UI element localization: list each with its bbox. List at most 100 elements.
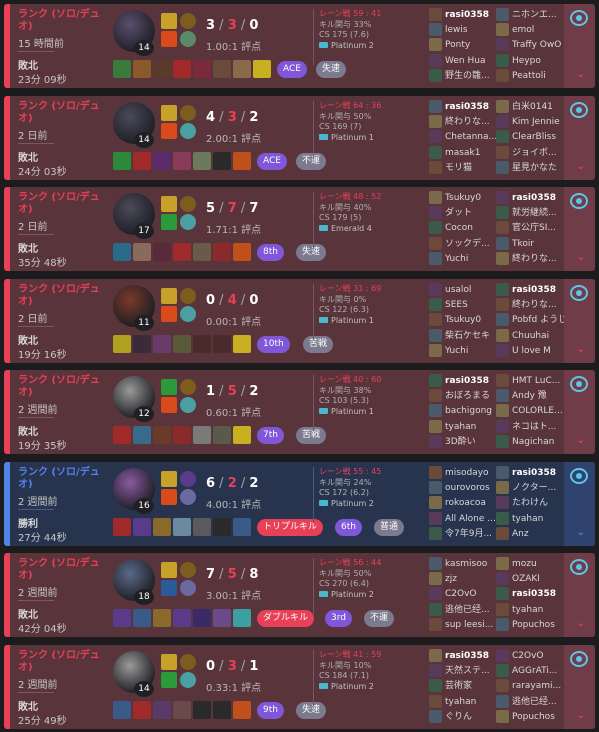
summoner-spell-icon[interactable] xyxy=(161,562,177,578)
chevron-down-icon[interactable]: ⌄ xyxy=(577,252,585,263)
summoner-spell-icon[interactable] xyxy=(161,13,177,29)
item-icon[interactable] xyxy=(113,701,131,719)
rune-icon[interactable] xyxy=(180,654,196,670)
item-icon[interactable] xyxy=(193,60,211,78)
chevron-down-icon[interactable]: ⌄ xyxy=(577,161,585,172)
player-entry[interactable]: rasi0358 xyxy=(496,587,566,602)
player-entry[interactable]: Andy 豫 xyxy=(496,389,566,404)
match-card[interactable]: ランク (ソロ/デュオ) 2 週間前 敗北 19分 35秒 12 1 / 5 / 2 0.6… xyxy=(4,370,595,454)
player-entry[interactable]: 野生の雛... xyxy=(429,68,499,84)
player-entry[interactable]: rasi0358 xyxy=(429,649,499,664)
player-entry[interactable]: zjz xyxy=(429,572,499,587)
player-entry[interactable]: masak1 xyxy=(429,145,499,161)
player-entry[interactable]: Yuchi xyxy=(429,251,499,267)
item-icon[interactable] xyxy=(113,518,131,536)
player-entry[interactable]: 白米0141 xyxy=(496,100,566,115)
player-entry[interactable]: Chetanna... xyxy=(429,130,499,145)
item-icon[interactable] xyxy=(173,426,191,444)
item-icon[interactable] xyxy=(153,60,171,78)
rune-icon[interactable] xyxy=(180,105,196,121)
item-icon[interactable] xyxy=(213,152,231,170)
expand-panel[interactable]: ⌄ xyxy=(564,279,595,363)
item-icon[interactable] xyxy=(173,60,191,78)
player-entry[interactable]: Nagichan xyxy=(496,434,566,450)
rune-icon[interactable] xyxy=(180,214,196,230)
player-entry[interactable]: ネコはト... xyxy=(496,419,566,435)
chevron-down-icon[interactable]: ⌄ xyxy=(577,344,585,355)
player-entry[interactable]: モリ猫 xyxy=(429,160,499,176)
item-icon[interactable] xyxy=(213,426,231,444)
player-entry[interactable]: ソックデ... xyxy=(429,236,499,252)
player-entry[interactable]: たわけん xyxy=(496,496,566,511)
tracker-icon[interactable] xyxy=(570,102,588,118)
player-entry[interactable]: 終わりな... xyxy=(429,115,499,130)
summoner-spell-icon[interactable] xyxy=(161,105,177,121)
item-icon[interactable] xyxy=(113,243,131,261)
player-entry[interactable]: rokoacoa xyxy=(429,496,499,511)
expand-panel[interactable]: ⌄ xyxy=(564,462,595,546)
rune-icon[interactable] xyxy=(180,562,196,578)
rune-icon[interactable] xyxy=(180,13,196,29)
item-icon[interactable] xyxy=(113,152,131,170)
player-entry[interactable]: rasi0358 xyxy=(496,466,566,481)
player-entry[interactable]: rarayami... xyxy=(496,679,566,694)
player-entry[interactable]: 星見かなた xyxy=(496,160,566,176)
player-entry[interactable]: tyahan xyxy=(429,694,499,710)
item-icon[interactable] xyxy=(213,243,231,261)
player-entry[interactable]: Traffy OwO xyxy=(496,38,566,53)
player-entry[interactable]: 逃他已经... xyxy=(429,602,499,618)
expand-panel[interactable]: ⌄ xyxy=(564,553,595,637)
summoner-spell-icon[interactable] xyxy=(161,306,177,322)
item-icon[interactable] xyxy=(113,426,131,444)
tracker-icon[interactable] xyxy=(570,193,588,209)
item-icon[interactable] xyxy=(173,518,191,536)
player-entry[interactable]: tyahan xyxy=(496,602,566,618)
chevron-down-icon[interactable]: ⌄ xyxy=(577,710,585,721)
summoner-spell-icon[interactable] xyxy=(161,471,177,487)
player-entry[interactable]: Tkoir xyxy=(496,236,566,252)
player-entry[interactable]: Yuchi xyxy=(429,343,499,359)
item-icon[interactable] xyxy=(213,701,231,719)
item-icon[interactable] xyxy=(173,609,191,627)
rune-icon[interactable] xyxy=(180,288,196,304)
tracker-icon[interactable] xyxy=(570,468,588,484)
player-entry[interactable]: OZAKI xyxy=(496,572,566,587)
player-entry[interactable]: SEES xyxy=(429,298,499,313)
player-entry[interactable]: rasi0358 xyxy=(429,100,499,115)
item-icon[interactable] xyxy=(133,60,151,78)
player-entry[interactable]: 官公庁SI... xyxy=(496,221,566,236)
item-icon[interactable] xyxy=(213,60,231,78)
chevron-down-icon[interactable]: ⌄ xyxy=(577,527,585,538)
player-entry[interactable]: Heypo xyxy=(496,53,566,69)
item-icon[interactable] xyxy=(113,609,131,627)
rune-icon[interactable] xyxy=(180,306,196,322)
item-icon[interactable] xyxy=(133,518,151,536)
match-card[interactable]: ランク (ソロ/デュオ) 2 週間前 敗北 25分 49秒 14 0 / 3 / 1 0.3… xyxy=(4,645,595,729)
expand-panel[interactable]: ⌄ xyxy=(564,96,595,180)
player-entry[interactable]: 終わりな... xyxy=(496,298,566,313)
player-entry[interactable]: tyahan xyxy=(429,419,499,435)
item-icon[interactable] xyxy=(133,701,151,719)
rune-icon[interactable] xyxy=(180,580,196,596)
expand-panel[interactable]: ⌄ xyxy=(564,645,595,729)
item-icon[interactable] xyxy=(253,60,271,78)
player-entry[interactable]: ourovoros xyxy=(429,481,499,496)
item-icon[interactable] xyxy=(153,518,171,536)
player-entry[interactable]: Kim Jennie xyxy=(496,115,566,130)
expand-panel[interactable]: ⌄ xyxy=(564,187,595,271)
player-entry[interactable]: C2OvO xyxy=(496,649,566,664)
expand-panel[interactable]: ⌄ xyxy=(564,4,595,88)
item-icon[interactable] xyxy=(133,609,151,627)
item-icon[interactable] xyxy=(233,518,251,536)
match-card[interactable]: ランク (ソロ/デュオ) 2 日前 敗北 24分 03秒 14 4 / 3 / 2 2.00… xyxy=(4,96,595,180)
summoner-spell-icon[interactable] xyxy=(161,123,177,139)
player-entry[interactable]: 天然ステ... xyxy=(429,664,499,679)
player-entry[interactable]: rasi0358 xyxy=(496,191,566,206)
item-icon[interactable] xyxy=(193,701,211,719)
item-icon[interactable] xyxy=(133,335,151,353)
player-entry[interactable]: U love M xyxy=(496,343,566,359)
item-icon[interactable] xyxy=(233,426,251,444)
rune-icon[interactable] xyxy=(180,379,196,395)
summoner-spell-icon[interactable] xyxy=(161,214,177,230)
player-entry[interactable]: lewis xyxy=(429,23,499,38)
